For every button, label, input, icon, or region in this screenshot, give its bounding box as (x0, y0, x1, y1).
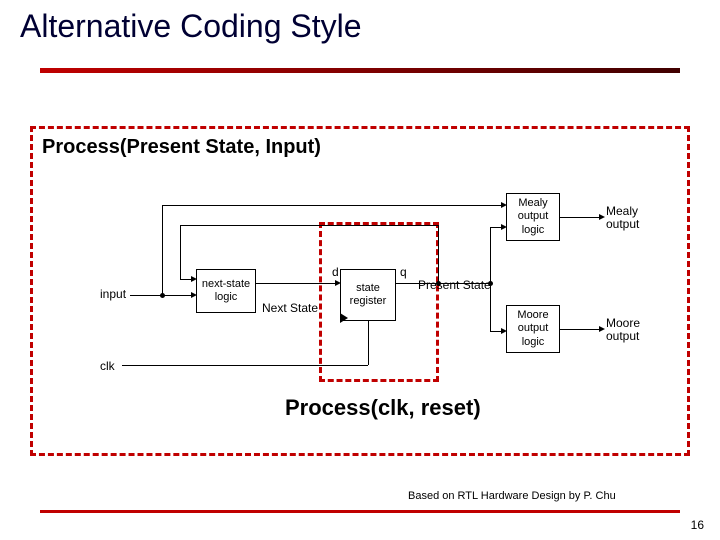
wire-q-mealy-h (490, 227, 502, 228)
wire-input-tap-v (162, 205, 163, 295)
outer-process-label: Process(Present State, Input) (42, 136, 321, 159)
wire-mealy-out (560, 217, 600, 218)
next-state-label: Next State (262, 301, 318, 315)
present-state-label: Present State (418, 278, 491, 292)
wire-q-moore-v (490, 283, 491, 331)
state-register-block: state register (340, 269, 396, 321)
wire-q-mealy-v (490, 227, 491, 283)
next-state-logic-block: next-state logic (196, 269, 256, 313)
input-label: input (100, 287, 126, 301)
d-label: d (332, 265, 339, 279)
inner-process-label: Process(clk, reset) (285, 395, 481, 421)
slide: Alternative Coding Style Process(Present… (0, 0, 720, 540)
moore-output-label: Moore output (606, 317, 640, 343)
wire-fb-v1 (438, 225, 439, 283)
next-state-logic-text: next-state logic (202, 278, 250, 304)
wire-fb-v2 (180, 225, 181, 279)
mealy-logic-block: Mealy output logic (506, 193, 560, 241)
wire-q-moore-h (490, 331, 502, 332)
page-number: 16 (691, 518, 704, 532)
wire-input-to-mealy (162, 205, 502, 206)
state-register-text: state register (350, 282, 387, 308)
page-title: Alternative Coding Style (20, 8, 362, 45)
footer-credit: Based on RTL Hardware Design by P. Chu (408, 490, 616, 502)
moore-logic-block: Moore output logic (506, 305, 560, 353)
wire-fb-in (180, 279, 192, 280)
mealy-output-label: Mealy output (606, 205, 639, 231)
wire-ns-to-reg (256, 283, 336, 284)
wire-clk-h (122, 365, 368, 366)
footer-rule (40, 510, 680, 513)
moore-logic-text: Moore output logic (517, 309, 548, 349)
wire-fb-h (180, 225, 438, 226)
wire-q-out (396, 283, 490, 284)
wire-moore-out (560, 329, 600, 330)
clk-label: clk (100, 359, 115, 373)
clk-triangle-icon (340, 313, 348, 323)
wire-clk-v (368, 321, 369, 365)
q-label: q (400, 265, 407, 279)
title-rule (40, 68, 680, 73)
mealy-logic-text: Mealy output logic (518, 197, 549, 237)
